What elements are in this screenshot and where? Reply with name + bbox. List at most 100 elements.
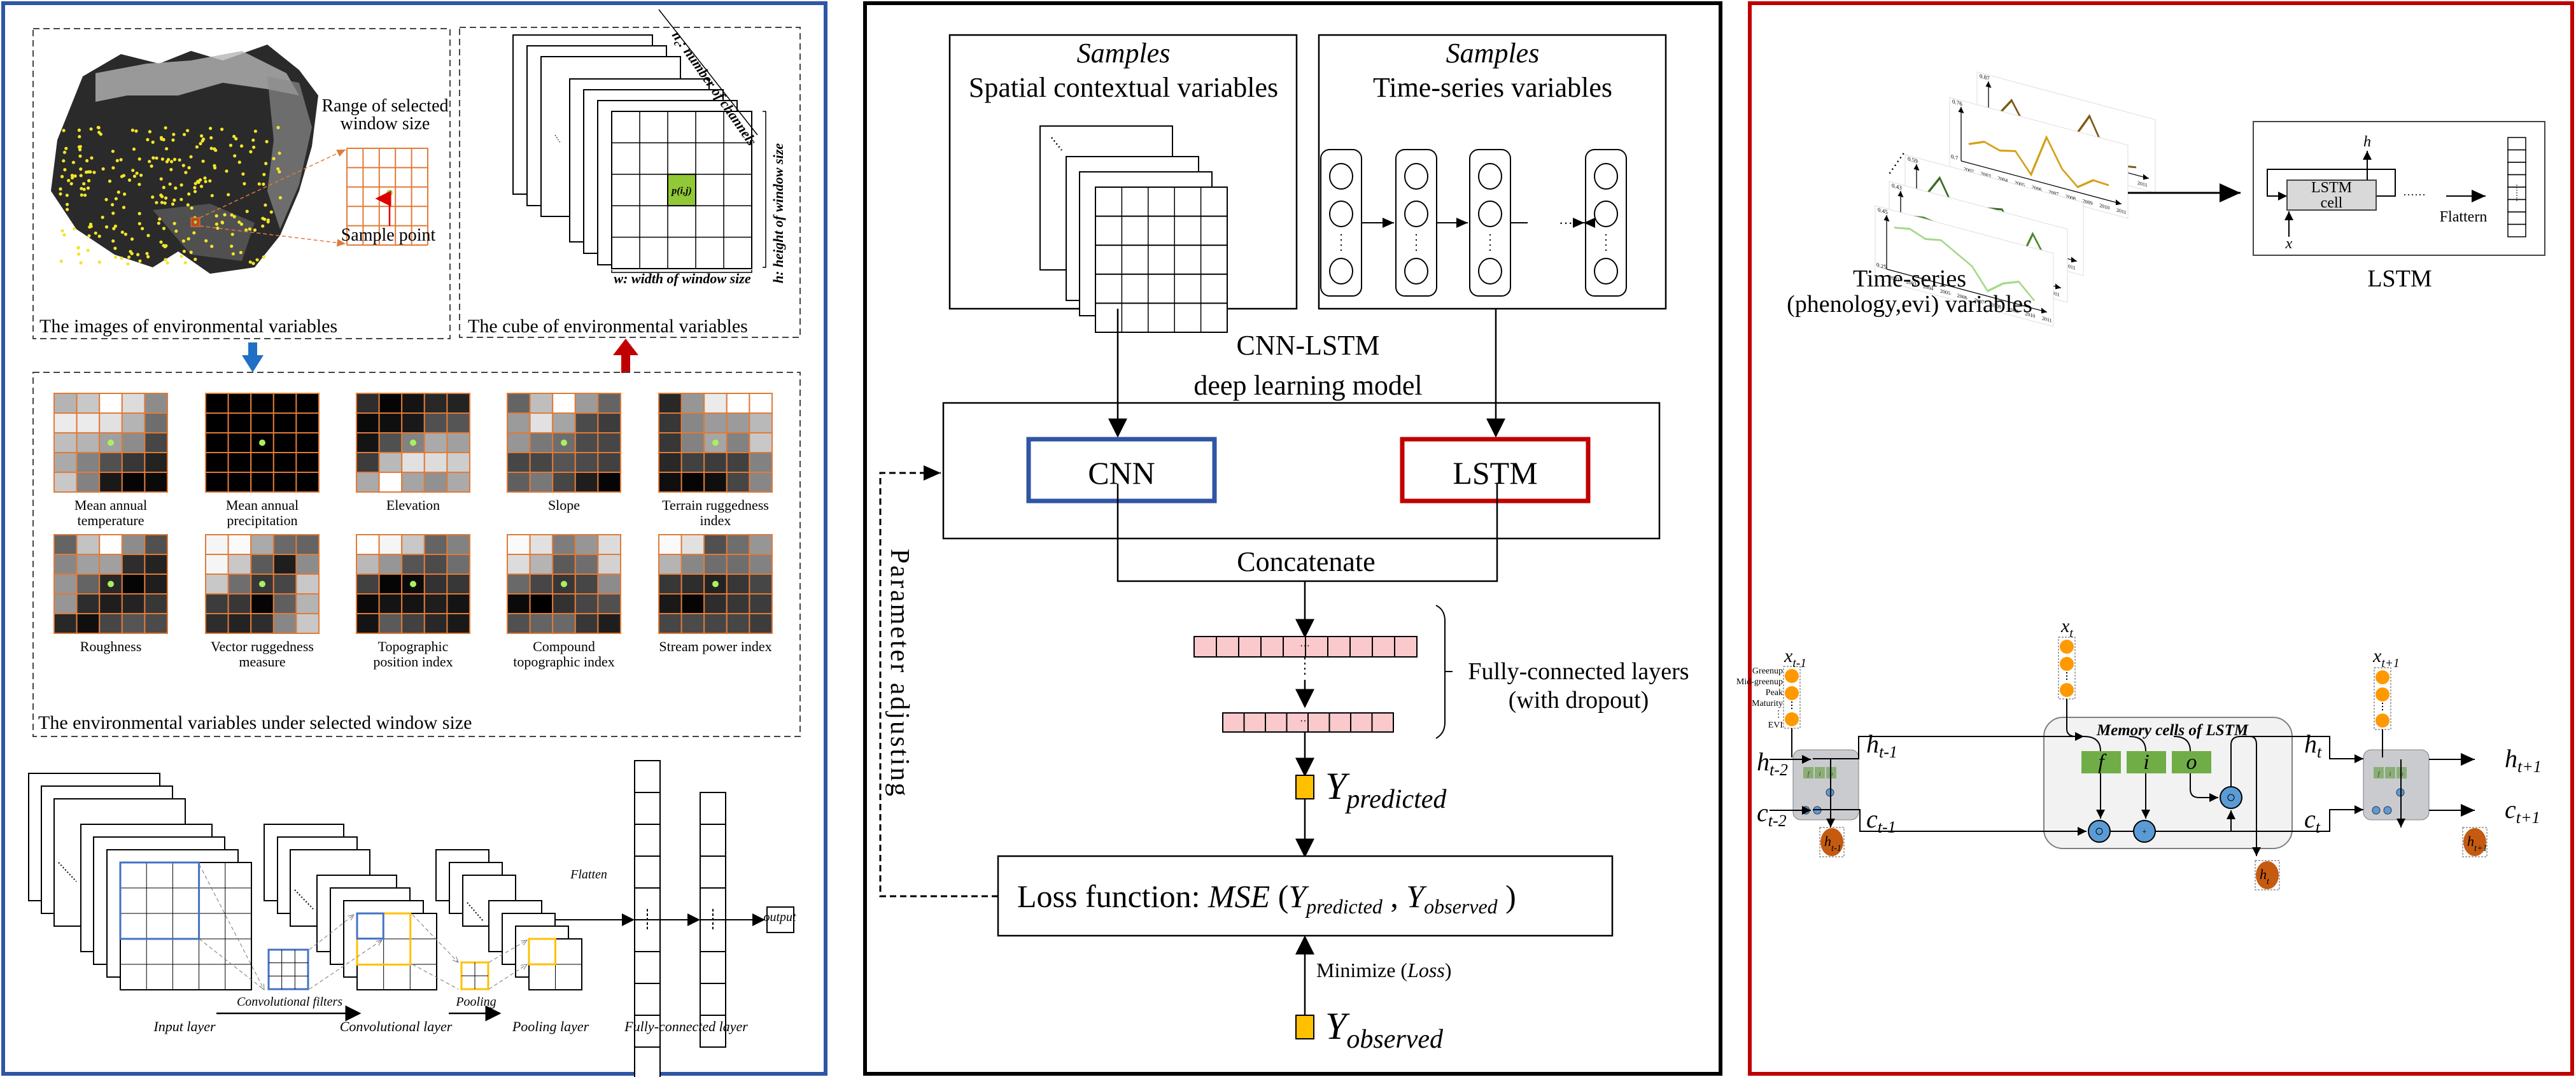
sample-point-marker: [158, 217, 162, 221]
variable-cell: [446, 554, 471, 575]
h-dimension-line: [763, 111, 766, 268]
variable-cell: [378, 452, 403, 473]
variable-cell: [53, 574, 78, 595]
variable-cell: [680, 432, 705, 453]
sample-point-marker: [169, 167, 173, 171]
variable-cell: [227, 593, 252, 614]
variable-cell: [507, 452, 531, 473]
sample-point-marker: [64, 146, 68, 150]
sample-point-marker: [77, 145, 81, 149]
sample-point-marker: [62, 159, 66, 163]
variable-cell: [507, 472, 531, 493]
sample-point-marker: [160, 157, 164, 161]
sample-point-marker: [73, 174, 77, 178]
fc-neuron: [700, 792, 726, 825]
variable-cell: [356, 393, 380, 414]
sample-point-marker: [265, 139, 269, 144]
variable-cell: [227, 472, 252, 493]
sample-point-marker: [127, 178, 132, 182]
sample-point-marker: [164, 244, 168, 248]
sample-point-marker: [97, 260, 101, 264]
variable-grid: Compoundtopographic index: [507, 534, 622, 670]
variable-cell: [703, 412, 728, 433]
variable-cell: [658, 412, 682, 433]
variable-cell: [507, 554, 531, 575]
sample-point-marker: [225, 169, 229, 173]
variable-cell: [507, 534, 531, 555]
variable-cell: [574, 574, 599, 595]
variable-cell: [378, 472, 403, 493]
sample-point-marker: [115, 158, 119, 162]
sample-point-marker: [151, 156, 155, 160]
variable-cell: [378, 593, 403, 614]
fc-neuron: [700, 951, 726, 984]
sample-point-marker: [172, 132, 176, 136]
variable-cell: [507, 574, 531, 595]
variable-cell: [227, 412, 252, 433]
sample-point-marker: [151, 195, 155, 199]
cube-w-label: w: width of window size: [614, 271, 750, 286]
sample-point-marker: [137, 157, 141, 161]
variable-cell: [680, 613, 705, 634]
variable-cell: [749, 554, 773, 575]
variable-cell: [144, 472, 168, 493]
variable-cell: [76, 554, 101, 575]
sample-point-marker: [278, 170, 281, 174]
sample-point-marker: [234, 137, 238, 141]
variable-cell: [749, 593, 773, 614]
variable-cell: [144, 574, 168, 595]
sample-point-marker: [77, 252, 81, 256]
sample-point-marker: [76, 246, 80, 250]
variable-cell: [121, 472, 146, 493]
variable-grid: Vector ruggednessmeasure: [205, 534, 320, 670]
sample-point-dot: [410, 581, 416, 588]
sample-point-marker: [172, 157, 177, 162]
sample-point-marker: [132, 147, 136, 151]
sample-point-marker: [59, 192, 62, 196]
sample-point-marker: [193, 186, 197, 190]
sample-point-marker: [203, 176, 207, 180]
sample-point-marker: [89, 127, 93, 131]
variable-cell: [401, 452, 425, 473]
variable-label: Vector ruggedness: [211, 638, 314, 654]
variable-cell: [99, 593, 123, 614]
sample-point-marker: [251, 262, 255, 265]
variable-cell: [423, 534, 448, 555]
variable-cell: [597, 574, 622, 595]
variable-cell: [378, 393, 403, 414]
variable-cell: [529, 574, 554, 595]
sample-point-marker: [269, 210, 273, 214]
variable-cell: [295, 574, 320, 595]
sample-point-marker: [126, 262, 130, 266]
sample-point-marker: [179, 255, 183, 258]
variable-cell: [423, 432, 448, 453]
variable-grids: Mean annualtemperatureMean annualprecipi…: [53, 393, 773, 670]
variable-grid: Stream power index: [658, 534, 773, 654]
variable-cell: [597, 412, 622, 433]
variable-cell: [378, 432, 403, 453]
fc-neuron: [634, 824, 661, 857]
sample-point-marker: [86, 248, 90, 252]
conv-layer-label: Convolutional layer: [340, 1018, 453, 1034]
sample-point-marker: [123, 192, 127, 196]
variable-cell: [749, 412, 773, 433]
sample-point-marker: [215, 214, 218, 218]
variable-cell: [574, 534, 599, 555]
variable-cell: [250, 613, 274, 634]
variable-cell: [507, 412, 531, 433]
sample-point-marker: [148, 130, 151, 134]
sample-point-marker: [119, 158, 123, 162]
variable-cell: [205, 452, 229, 473]
sample-point-marker: [136, 253, 140, 257]
variable-cell: [680, 574, 705, 595]
variable-cell: [53, 432, 78, 453]
variable-cell: [295, 393, 320, 414]
sample-point-marker: [216, 226, 220, 230]
variable-grid: Mean annualprecipitation: [205, 393, 320, 528]
sample-point-marker: [122, 174, 125, 178]
sample-point-marker: [83, 194, 87, 197]
variable-label: Mean annual: [74, 497, 147, 513]
variable-cell: [597, 432, 622, 453]
sample-point-marker: [186, 203, 190, 207]
sample-point-marker: [65, 194, 69, 197]
